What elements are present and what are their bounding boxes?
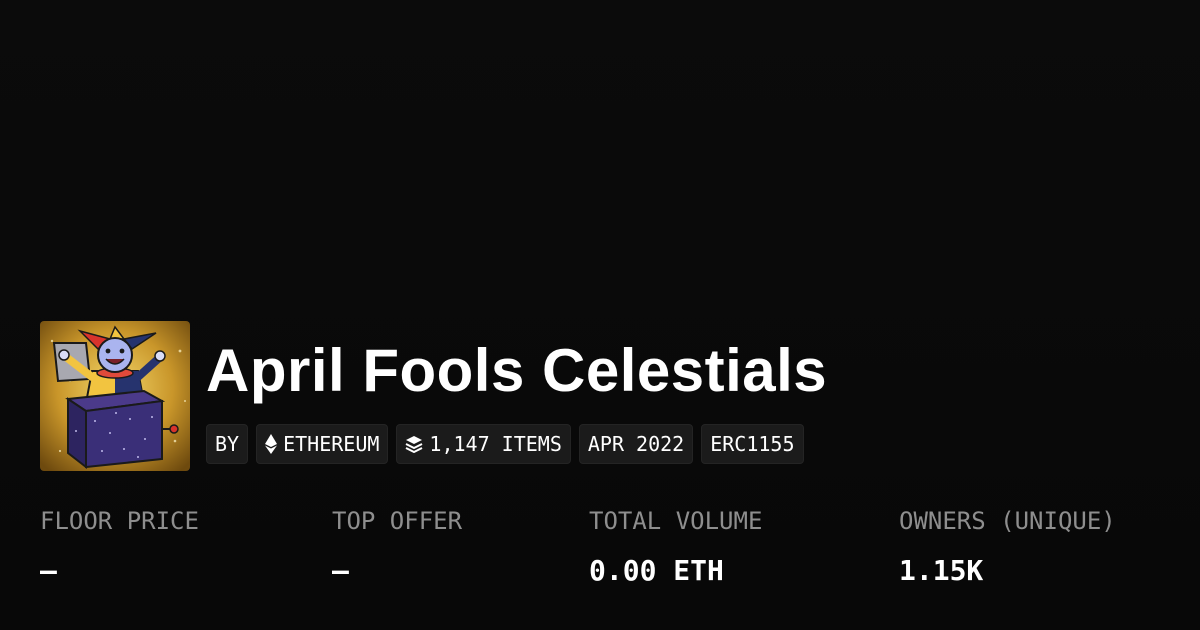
top-offer-value: – [332,554,349,587]
total-volume-value: 0.00 ETH [589,554,724,587]
collection-title: April Fools Celestials [206,337,828,404]
token-standard: ERC1155 [710,432,795,456]
creator-label: BY [215,432,240,456]
collection-header: April Fools Celestials BY ETHEREUM 1,147… [40,321,827,471]
stat-floor-price: FLOOR PRICE – [40,506,199,588]
top-offer-label: TOP OFFER [332,507,463,535]
created-date: APR 2022 [587,432,685,456]
items-count: 1,147 ITEMS [429,432,562,456]
total-volume-label: TOTAL VOLUME [589,507,763,535]
collection-meta: April Fools Celestials BY ETHEREUM 1,147… [206,321,827,464]
ethereum-icon [265,434,278,454]
layers-icon [405,435,423,453]
chain-label: ETHEREUM [283,432,380,456]
stat-owners: OWNERS (UNIQUE) 1.15K [899,506,1116,588]
floor-price-value: – [40,554,57,587]
date-tag: APR 2022 [578,424,694,464]
collection-avatar [40,321,190,471]
stat-top-offer: TOP OFFER – [332,506,462,588]
creator-tag[interactable]: BY [206,424,249,464]
collection-tags: BY ETHEREUM 1,147 ITEMS APR 2022 ERC1155 [206,424,827,464]
collection-preview-card: April Fools Celestials BY ETHEREUM 1,147… [0,0,1200,630]
items-tag[interactable]: 1,147 ITEMS [396,424,571,464]
stat-total-volume: TOTAL VOLUME 0.00 ETH [589,506,762,588]
jester-box-artwork [40,321,190,471]
owners-value: 1.15K [899,554,984,587]
floor-price-label: FLOOR PRICE [40,507,199,535]
owners-label: OWNERS (UNIQUE) [899,507,1116,535]
chain-tag[interactable]: ETHEREUM [256,424,389,464]
standard-tag: ERC1155 [701,424,804,464]
